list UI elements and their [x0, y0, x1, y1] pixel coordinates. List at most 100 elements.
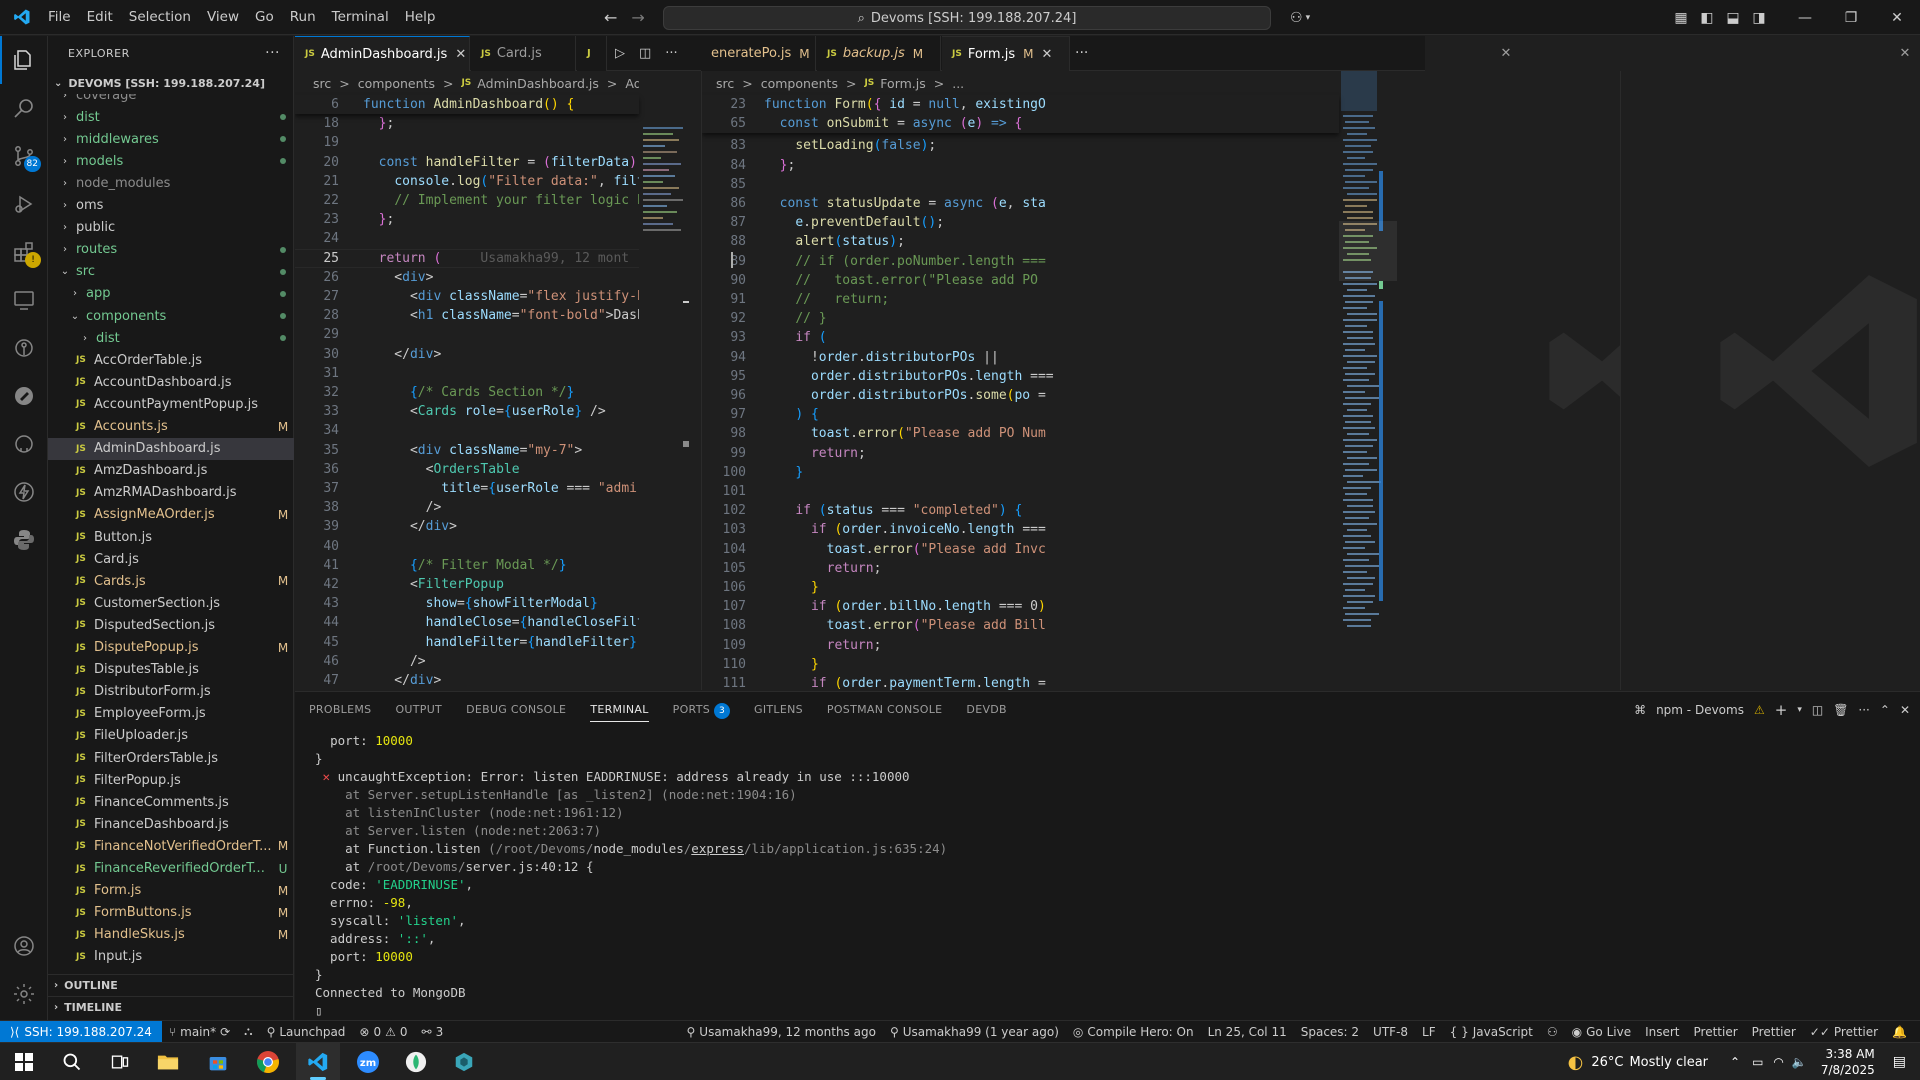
chevron-up-icon[interactable]: ⌃	[1730, 1055, 1740, 1069]
file-item[interactable]: JS DisputePopup.js M	[48, 637, 294, 659]
python-icon[interactable]	[0, 516, 48, 564]
breadcrumb-item[interactable]: src	[313, 76, 331, 91]
file-item[interactable]: JS Accounts.js M	[48, 416, 294, 438]
gitlens-icon[interactable]	[0, 324, 48, 372]
workspace-header[interactable]: ⌄ DEVOMS [SSH: 199.188.207.24]	[48, 72, 294, 94]
panel-tab-postman-console[interactable]: POSTMAN CONSOLE	[815, 692, 955, 728]
file-item[interactable]: JS AssignMeAOrder.js M	[48, 504, 294, 526]
editor-tab[interactable]: JS Card.js	[471, 36, 576, 71]
branch-indicator[interactable]: ⑂ main* ⟳	[162, 1025, 237, 1039]
minimize-button[interactable]: —	[1782, 0, 1828, 35]
file-item[interactable]: JS AccountPaymentPopup.js	[48, 393, 294, 415]
file-item[interactable]: JS FileUploader.js	[48, 725, 294, 747]
app-icon[interactable]	[442, 1043, 486, 1080]
folder-item[interactable]: › public	[48, 217, 294, 239]
author-indicator[interactable]: ⚲ Usamakha99 (1 year ago)	[883, 1025, 1066, 1039]
chevron-down-icon[interactable]: ▾	[1797, 705, 1802, 715]
maximize-panel-icon[interactable]: ⌃	[1880, 703, 1890, 717]
line-ending[interactable]: LF	[1415, 1025, 1443, 1039]
file-item[interactable]: JS Input.js	[48, 946, 294, 968]
file-item[interactable]: JS FilterOrdersTable.js	[48, 747, 294, 769]
folder-item[interactable]: ⌄ src	[48, 261, 294, 283]
sticky-scroll[interactable]: 6 function AdminDashboard() {	[295, 95, 639, 115]
file-item[interactable]: JS HandleSkus.js M	[48, 924, 294, 946]
editor-tab[interactable]: eneratePo.js M	[701, 36, 816, 71]
editor-tab[interactable]: JS AdminDashboard.js ✕	[295, 36, 470, 71]
panel-tab-problems[interactable]: PROBLEMS	[297, 692, 383, 728]
file-item[interactable]: JS DisputesTable.js	[48, 659, 294, 681]
editor-tab[interactable]: JS Form.js M ✕	[942, 36, 1070, 71]
minimap[interactable]	[1339, 71, 1399, 690]
panel-tab-gitlens[interactable]: GITLENS	[742, 692, 815, 728]
breadcrumb-item[interactable]: ...	[952, 76, 964, 91]
clock[interactable]: 3:38 AM 7/8/2025	[1821, 1046, 1875, 1078]
terminal-name[interactable]: npm - Devoms	[1656, 703, 1744, 717]
editor-pane-form[interactable]: src > components > JS Form.js >... 23 function …	[701, 71, 1401, 690]
more-actions-icon[interactable]: ···	[1858, 703, 1869, 717]
folder-item[interactable]: › app	[48, 283, 294, 305]
task-view-icon[interactable]	[98, 1043, 142, 1080]
panel-tab-terminal[interactable]: TERMINAL	[578, 692, 660, 728]
close-panel-icon[interactable]: ✕	[1900, 703, 1910, 717]
compile-hero[interactable]: ◎ Compile Hero: On	[1066, 1025, 1201, 1039]
menu-file[interactable]: File	[40, 0, 79, 35]
file-item[interactable]: JS EmployeeForm.js	[48, 703, 294, 725]
indentation[interactable]: Spaces: 2	[1294, 1025, 1366, 1039]
folder-item[interactable]: › routes	[48, 239, 294, 261]
battery-icon[interactable]: ▭	[1752, 1055, 1763, 1069]
postman-icon[interactable]	[0, 372, 48, 420]
notifications-bell-icon[interactable]: 🔔	[1885, 1025, 1914, 1039]
insert-mode[interactable]: Insert	[1638, 1025, 1686, 1039]
breadcrumb-item[interactable]: AdminDashboard.js	[477, 76, 599, 91]
prettier-status-3[interactable]: ✓✓ Prettier	[1803, 1025, 1885, 1039]
more-actions-icon[interactable]: ···	[665, 46, 677, 61]
file-explorer-icon[interactable]	[146, 1043, 190, 1080]
terminal-output[interactable]: port: 10000} ✕ uncaughtException: Error:…	[315, 732, 1905, 1020]
remote-explorer-icon[interactable]	[0, 276, 48, 324]
panel-tab-debug-console[interactable]: DEBUG CONSOLE	[454, 692, 578, 728]
file-item[interactable]: JS Form.js M	[48, 880, 294, 902]
close-group-icon[interactable]: ✕	[1491, 36, 1521, 71]
command-center[interactable]: ⌕ Devoms [SSH: 199.188.207.24]	[663, 6, 1271, 30]
split-terminal-icon[interactable]: ◫	[1812, 703, 1823, 717]
folder-item[interactable]: › dist	[48, 106, 294, 128]
breadcrumb-item[interactable]: Form.js	[880, 76, 925, 91]
weather-text[interactable]: Mostly clear	[1629, 1055, 1708, 1070]
copilot-menu[interactable]: ⚇ ▾	[1290, 0, 1310, 35]
panel-tab-ports[interactable]: PORTS 3	[661, 692, 742, 728]
weather-temp[interactable]: 26°C	[1591, 1055, 1623, 1070]
file-item[interactable]: JS FinanceReverifiedOrderTab... U	[48, 858, 294, 880]
menu-go[interactable]: Go	[247, 0, 282, 35]
cursor-position[interactable]: Ln 25, Col 11	[1201, 1025, 1294, 1039]
new-terminal-icon[interactable]: +	[1775, 701, 1788, 719]
explorer-icon[interactable]	[0, 36, 48, 84]
more-actions-icon[interactable]: ···	[265, 36, 280, 71]
windows-start-icon[interactable]	[2, 1043, 46, 1080]
vscode-taskbar-icon[interactable]	[296, 1043, 340, 1080]
menu-edit[interactable]: Edit	[79, 0, 121, 35]
chrome-icon[interactable]	[246, 1043, 290, 1080]
folder-item[interactable]: › models	[48, 150, 294, 172]
panel-tab-output[interactable]: OUTPUT	[383, 692, 454, 728]
github-icon[interactable]	[0, 420, 48, 468]
editor-pane-admindashboard[interactable]: src>components>JSAdminDashboard.js>Admin…	[295, 71, 699, 690]
folder-item[interactable]: › node_modules	[48, 172, 294, 194]
file-item[interactable]: JS AmzDashboard.js	[48, 460, 294, 482]
taskbar-search-icon[interactable]	[50, 1043, 94, 1080]
go-live-button[interactable]: ◉ Go Live	[1565, 1025, 1638, 1039]
folder-item[interactable]: ⌄ components	[48, 305, 294, 327]
search-icon[interactable]	[0, 84, 48, 132]
breadcrumb-item[interactable]: components	[358, 76, 435, 91]
toggle-sidebar-icon[interactable]: ◧	[1694, 0, 1720, 35]
blame-indicator[interactable]: ⚲ Usamakha99, 12 months ago	[679, 1025, 882, 1039]
problems-indicator[interactable]: ⊗ 0 ⚠ 0	[352, 1025, 414, 1039]
manage-gear-icon[interactable]	[0, 970, 48, 1018]
forward-arrow-icon[interactable]: →	[631, 8, 644, 27]
toggle-panel-icon[interactable]: ⬓	[1720, 0, 1746, 35]
file-item[interactable]: JS FinanceComments.js	[48, 791, 294, 813]
close-secondary-icon[interactable]: ✕	[1890, 36, 1920, 71]
toggle-secondary-sidebar-icon[interactable]: ◨	[1746, 0, 1772, 35]
editor-tab[interactable]: J	[577, 36, 607, 71]
source-control-icon[interactable]: 82	[0, 132, 48, 180]
timeline-section[interactable]: › TIMELINE	[48, 996, 294, 1018]
